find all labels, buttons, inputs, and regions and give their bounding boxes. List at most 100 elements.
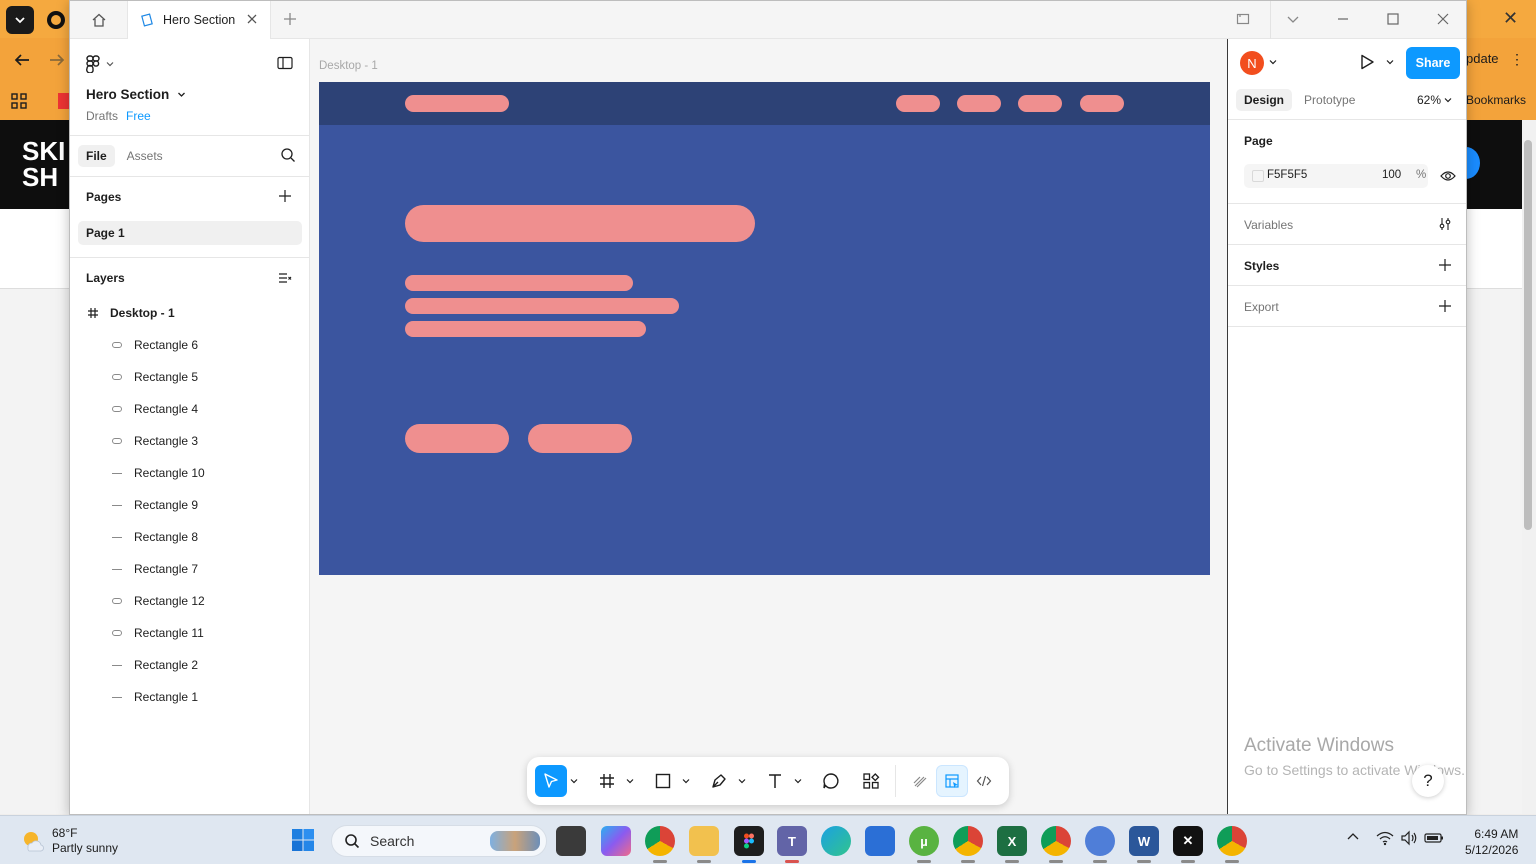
main-menu-button[interactable] bbox=[86, 55, 114, 73]
teams-icon[interactable]: T bbox=[777, 826, 807, 856]
chevron-up-icon[interactable] bbox=[1346, 830, 1360, 844]
text-tool-menu[interactable] bbox=[791, 777, 805, 785]
artboard-desktop-1[interactable] bbox=[319, 82, 1210, 575]
tab-design[interactable]: Design bbox=[1236, 89, 1293, 111]
layer-item[interactable]: Rectangle 3 bbox=[70, 425, 310, 457]
variables-heading[interactable]: Variables bbox=[1244, 218, 1293, 232]
capcut-icon[interactable]: ✕ bbox=[1173, 826, 1203, 856]
rectangle-text-line[interactable] bbox=[405, 321, 646, 337]
pen-tool-button[interactable] bbox=[703, 765, 735, 797]
frame-tool-button[interactable] bbox=[591, 765, 623, 797]
rectangle-text-line[interactable] bbox=[405, 275, 633, 291]
frame-label[interactable]: Desktop - 1 bbox=[319, 60, 378, 72]
layer-item[interactable]: Rectangle 1 bbox=[70, 681, 310, 713]
move-tool-button[interactable] bbox=[535, 765, 567, 797]
chevron-down-icon[interactable] bbox=[1269, 58, 1277, 66]
apps-grid-icon[interactable] bbox=[7, 89, 31, 113]
window-panel-icon[interactable] bbox=[1236, 12, 1250, 26]
actions-tool-button[interactable] bbox=[855, 765, 887, 797]
word-icon[interactable]: W bbox=[1129, 826, 1159, 856]
layer-item[interactable]: Rectangle 12 bbox=[70, 585, 310, 617]
design-mode-button[interactable] bbox=[936, 765, 968, 797]
volume-icon[interactable] bbox=[1400, 830, 1418, 846]
page-scrollbar-thumb[interactable] bbox=[1524, 140, 1532, 530]
edge-icon[interactable] bbox=[821, 826, 851, 856]
weather-widget[interactable]: 68°F Partly sunny bbox=[20, 826, 118, 856]
rectangle-nav-link[interactable] bbox=[1018, 95, 1062, 112]
rectangle-headline[interactable] bbox=[405, 205, 755, 242]
fill-opacity-value[interactable]: 100 bbox=[1382, 169, 1401, 181]
chevron-down-icon[interactable] bbox=[1286, 12, 1300, 26]
page-item-page-1[interactable]: Page 1 bbox=[78, 221, 302, 245]
rectangle-nav-link[interactable] bbox=[1080, 95, 1124, 112]
eye-visibility-icon[interactable] bbox=[1440, 170, 1456, 182]
sidebar-toggle-icon[interactable] bbox=[277, 56, 293, 70]
add-export-plus-icon[interactable] bbox=[1438, 299, 1452, 313]
browser-close-icon[interactable]: ✕ bbox=[1503, 8, 1518, 29]
layers-list-icon[interactable] bbox=[278, 271, 292, 285]
layer-item[interactable]: Rectangle 11 bbox=[70, 617, 310, 649]
layer-frame-desktop-1[interactable]: Desktop - 1 bbox=[70, 297, 310, 329]
shape-tool-menu[interactable] bbox=[679, 777, 693, 785]
color-swatch[interactable] bbox=[1252, 170, 1264, 182]
dev-mode-button[interactable] bbox=[968, 765, 1000, 797]
search-icon[interactable] bbox=[280, 147, 296, 163]
text-tool-button[interactable] bbox=[759, 765, 791, 797]
file-explorer-icon[interactable] bbox=[689, 826, 719, 856]
wifi-icon[interactable] bbox=[1376, 830, 1394, 846]
chat-app-icon[interactable] bbox=[1085, 826, 1115, 856]
chrome-profile-icon[interactable] bbox=[953, 826, 983, 856]
chevron-down-icon[interactable] bbox=[1386, 58, 1394, 66]
design-canvas[interactable]: Desktop - 1 bbox=[310, 39, 1227, 814]
layer-item[interactable]: Rectangle 4 bbox=[70, 393, 310, 425]
utorrent-icon[interactable]: µ bbox=[909, 826, 939, 856]
chrome-icon[interactable] bbox=[645, 826, 675, 856]
avatar[interactable]: N bbox=[1240, 51, 1264, 75]
pen-tool-menu[interactable] bbox=[735, 777, 749, 785]
close-window-icon[interactable] bbox=[1436, 12, 1450, 26]
layer-item[interactable]: Rectangle 9 bbox=[70, 489, 310, 521]
help-button[interactable]: ? bbox=[1412, 765, 1444, 797]
start-button[interactable] bbox=[291, 828, 315, 855]
new-tab-plus-icon[interactable] bbox=[282, 11, 298, 27]
present-play-icon[interactable] bbox=[1358, 53, 1376, 71]
add-page-plus-icon[interactable] bbox=[278, 189, 292, 203]
store-icon[interactable] bbox=[865, 826, 895, 856]
tab-hero-section[interactable]: Hero Section bbox=[127, 1, 271, 39]
rectangle-button[interactable] bbox=[528, 424, 632, 453]
rectangle-logo[interactable] bbox=[405, 95, 509, 112]
tab-prototype[interactable]: Prototype bbox=[1296, 89, 1363, 111]
minimize-icon[interactable] bbox=[1336, 12, 1350, 26]
all-bookmarks-link[interactable]: Bookmarks bbox=[1466, 93, 1526, 107]
zoom-dropdown[interactable]: 62% bbox=[1417, 93, 1452, 107]
shape-tool-button[interactable] bbox=[647, 765, 679, 797]
layer-item[interactable]: Rectangle 10 bbox=[70, 457, 310, 489]
clock[interactable]: 6:49 AM 5/12/2026 bbox=[1465, 826, 1518, 858]
frame-tool-menu[interactable] bbox=[623, 777, 637, 785]
browser-menu-icon[interactable]: ⋮ bbox=[1510, 51, 1524, 68]
figma-app-icon[interactable] bbox=[734, 826, 764, 856]
chrome-profile-icon[interactable] bbox=[1217, 826, 1247, 856]
file-name-button[interactable]: Hero Section bbox=[86, 87, 186, 102]
battery-icon[interactable] bbox=[1424, 830, 1444, 846]
plan-badge[interactable]: Free bbox=[126, 109, 151, 123]
page-fill-field[interactable]: F5F5F5 100 % bbox=[1244, 164, 1428, 188]
forward-arrow-icon[interactable] bbox=[45, 48, 69, 72]
close-tab-icon[interactable] bbox=[246, 13, 258, 25]
layer-item[interactable]: Rectangle 8 bbox=[70, 521, 310, 553]
home-button[interactable] bbox=[70, 1, 127, 39]
tab-file[interactable]: File bbox=[78, 145, 115, 167]
share-button[interactable]: Share bbox=[1406, 47, 1460, 79]
tab-list-button[interactable] bbox=[6, 6, 34, 34]
taskbar-search-box[interactable]: Search bbox=[331, 825, 547, 857]
excel-icon[interactable]: X bbox=[997, 826, 1027, 856]
rectangle-button[interactable] bbox=[405, 424, 509, 453]
chrome-profile-icon[interactable] bbox=[1041, 826, 1071, 856]
rectangle-text-line[interactable] bbox=[405, 298, 679, 314]
layer-item[interactable]: Rectangle 5 bbox=[70, 361, 310, 393]
browser-update-button[interactable]: pdate bbox=[1466, 51, 1499, 66]
rectangle-nav-link[interactable] bbox=[957, 95, 1001, 112]
variables-sliders-icon[interactable] bbox=[1438, 217, 1452, 231]
back-arrow-icon[interactable] bbox=[10, 48, 34, 72]
rectangle-nav-link[interactable] bbox=[896, 95, 940, 112]
